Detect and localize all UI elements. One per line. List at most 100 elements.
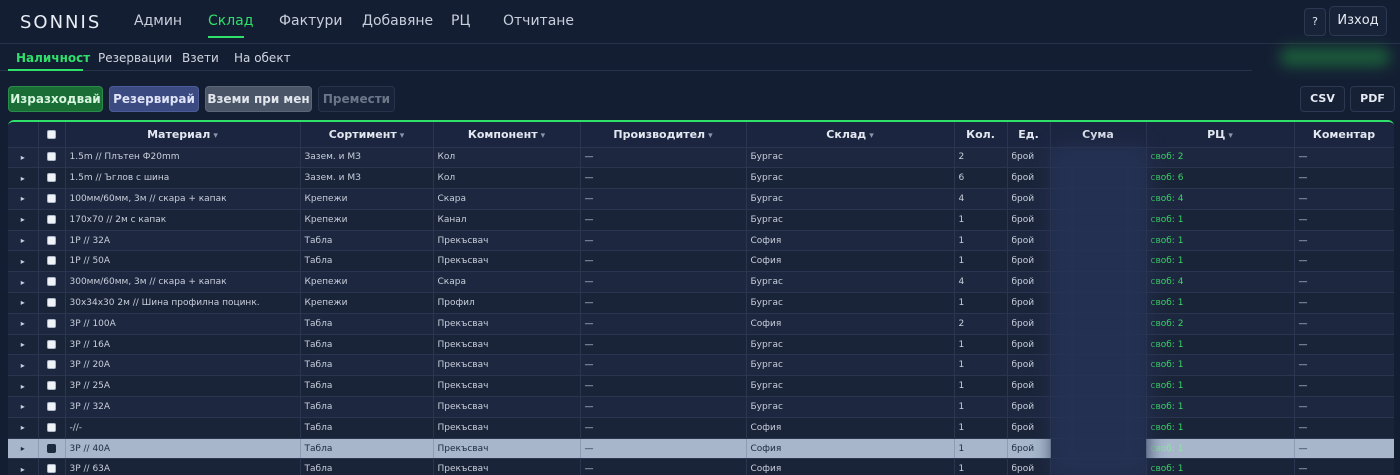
move-button[interactable]: Премести xyxy=(318,86,395,112)
filter-icon[interactable]: ▾ xyxy=(869,131,874,141)
cell-producer: — xyxy=(580,188,747,210)
cell-warehouse: Бургас xyxy=(746,209,955,231)
expand-row-icon[interactable]: ▸ xyxy=(8,313,39,335)
cell-producer: — xyxy=(580,230,747,252)
expand-row-icon[interactable]: ▸ xyxy=(8,354,39,377)
cell-component: Прекъсвач xyxy=(433,396,581,418)
brand-logo-text: SONNIS xyxy=(20,12,102,33)
nav-item-reporting[interactable]: Отчитане xyxy=(503,13,574,29)
nav-item-admin[interactable]: Админ xyxy=(134,13,182,29)
row-checkbox[interactable] xyxy=(47,173,56,183)
expand-row-icon[interactable]: ▸ xyxy=(8,375,39,398)
table-row[interactable]: ▸ 30x34x30 2м // Шина профилна поцинк. Кре… xyxy=(8,292,1394,314)
expand-row-icon[interactable]: ▸ xyxy=(8,396,39,418)
consume-button[interactable]: Изразходвай xyxy=(8,86,103,112)
table-row[interactable]: ▸ 3P // 16A Табла Прекъсвач — Бургас 1 брой своб… xyxy=(8,334,1394,356)
header-sum: Сума xyxy=(1050,122,1147,148)
nav-item-add[interactable]: Добавяне xyxy=(362,13,433,29)
expand-row-icon[interactable]: ▸ xyxy=(8,188,39,210)
cell-material: 3P // 32A xyxy=(65,396,301,418)
expand-row-icon[interactable]: ▸ xyxy=(8,458,39,475)
nav-item-rc[interactable]: РЦ xyxy=(451,13,470,29)
cell-material: 1P // 50A xyxy=(65,250,301,273)
table-row[interactable]: ▸ 1P // 32A Табла Прекъсвач — София 1 брой своб:… xyxy=(8,230,1394,252)
reserve-button[interactable]: Резервирай xyxy=(109,86,199,112)
row-select-cell xyxy=(38,209,66,231)
header-sortiment[interactable]: Сортимент ▾ xyxy=(300,122,434,148)
export-pdf-button[interactable]: PDF xyxy=(1350,86,1395,112)
expand-row-icon[interactable]: ▸ xyxy=(8,438,39,460)
tab-taken[interactable]: Взети xyxy=(182,51,219,65)
cell-material: 100мм/60мм, 3м // скара + капак xyxy=(65,188,301,210)
row-checkbox[interactable] xyxy=(47,277,56,287)
table-row[interactable]: ▸ 1P // 50A Табла Прекъсвач — София 1 брой своб:… xyxy=(8,250,1394,273)
top-navbar: SONNIS Админ Склад Фактури Добавяне РЦ О… xyxy=(0,0,1400,44)
cell-material: -//- xyxy=(65,417,301,439)
cell-producer: — xyxy=(580,292,747,314)
expand-row-icon[interactable]: ▸ xyxy=(8,167,39,190)
row-checkbox[interactable] xyxy=(47,214,56,224)
logout-button[interactable]: Изход xyxy=(1329,6,1387,36)
tab-availability[interactable]: Наличност xyxy=(16,51,90,65)
row-select-cell xyxy=(38,230,66,252)
filter-icon[interactable]: ▾ xyxy=(1228,131,1233,141)
row-checkbox[interactable] xyxy=(47,381,56,391)
table-row[interactable]: ▸ 1.5m // Плътен Ф20mm Зазем. и МЗ Кол — Бург… xyxy=(8,147,1394,169)
row-checkbox[interactable] xyxy=(47,339,56,349)
help-button[interactable]: ? xyxy=(1304,8,1326,36)
table-row[interactable]: ▸ 3P // 100A Табла Прекъсвач — София 2 брой своб… xyxy=(8,313,1394,335)
header-material[interactable]: Материал ▾ xyxy=(65,122,301,148)
header-rc[interactable]: РЦ ▾ xyxy=(1146,122,1295,148)
header-component[interactable]: Компонент ▾ xyxy=(433,122,581,148)
cell-sortiment: Крепежи xyxy=(300,271,434,294)
table-row[interactable]: ▸ 3P // 25A Табла Прекъсвач — Бургас 1 брой своб… xyxy=(8,375,1394,398)
expand-row-icon[interactable]: ▸ xyxy=(8,147,39,169)
export-csv-button[interactable]: CSV xyxy=(1300,86,1345,112)
cell-sortiment: Табла xyxy=(300,334,434,356)
table-row[interactable]: ▸ 3P // 63A Табла Прекъсвач — София 1 брой своб:… xyxy=(8,458,1394,475)
header-producer[interactable]: Производител ▾ xyxy=(580,122,747,148)
filter-icon[interactable]: ▾ xyxy=(708,131,713,141)
row-checkbox[interactable] xyxy=(47,256,56,266)
row-checkbox[interactable] xyxy=(47,318,56,328)
header-warehouse[interactable]: Склад ▾ xyxy=(746,122,955,148)
expand-row-icon[interactable]: ▸ xyxy=(8,250,39,273)
cell-producer: — xyxy=(580,209,747,231)
row-checkbox[interactable] xyxy=(47,297,56,307)
row-checkbox[interactable] xyxy=(47,401,56,411)
table-row[interactable]: ▸ 1.5m // Ъглов с шина Зазем. и МЗ Кол — Бург… xyxy=(8,167,1394,190)
tab-on-site[interactable]: На обект xyxy=(234,51,291,65)
expand-row-icon[interactable]: ▸ xyxy=(8,334,39,356)
cell-warehouse: София xyxy=(746,313,955,335)
take-button[interactable]: Вземи при мен xyxy=(205,86,312,112)
filter-icon[interactable]: ▾ xyxy=(541,131,546,141)
cell-sortiment: Табла xyxy=(300,458,434,475)
expand-row-icon[interactable]: ▸ xyxy=(8,417,39,439)
brand-logo[interactable]: SONNIS xyxy=(20,12,101,33)
expand-row-icon[interactable]: ▸ xyxy=(8,292,39,314)
row-checkbox[interactable] xyxy=(47,464,56,474)
filter-icon[interactable]: ▾ xyxy=(400,131,405,141)
table-row[interactable]: ▸ 100мм/60мм, 3м // скара + капак Крепежи С… xyxy=(8,188,1394,210)
row-checkbox[interactable] xyxy=(47,360,56,370)
row-checkbox[interactable] xyxy=(47,152,56,162)
table-row[interactable]: ▸ -//- Табла Прекъсвач — София 1 брой своб: 1— xyxy=(8,417,1394,439)
row-checkbox[interactable] xyxy=(47,422,56,432)
expand-row-icon[interactable]: ▸ xyxy=(8,209,39,231)
filter-icon[interactable]: ▾ xyxy=(213,131,218,141)
cell-warehouse: Бургас xyxy=(746,271,955,294)
row-checkbox[interactable] xyxy=(47,193,56,203)
table-row[interactable]: ▸ 3P // 32A Табла Прекъсвач — Бургас 1 брой своб… xyxy=(8,396,1394,418)
select-all-checkbox[interactable] xyxy=(47,130,56,140)
row-checkbox[interactable] xyxy=(47,443,56,453)
expand-row-icon[interactable]: ▸ xyxy=(8,230,39,252)
expand-row-icon[interactable]: ▸ xyxy=(8,271,39,294)
table-row[interactable]: ▸ 3P // 40A Табла Прекъсвач — София 1 брой своб:… xyxy=(8,438,1394,460)
table-row[interactable]: ▸ 300мм/60мм, 3м // скара + капак Крепежи С… xyxy=(8,271,1394,294)
nav-item-warehouse[interactable]: Склад xyxy=(208,13,253,29)
tab-reservations[interactable]: Резервации xyxy=(98,51,172,65)
row-checkbox[interactable] xyxy=(47,235,56,245)
nav-item-invoices[interactable]: Фактури xyxy=(279,13,343,29)
table-row[interactable]: ▸ 3P // 20A Табла Прекъсвач — Бургас 1 брой своб… xyxy=(8,354,1394,377)
table-row[interactable]: ▸ 170x70 // 2м с капак Крепежи Канал — Бургас… xyxy=(8,209,1394,231)
